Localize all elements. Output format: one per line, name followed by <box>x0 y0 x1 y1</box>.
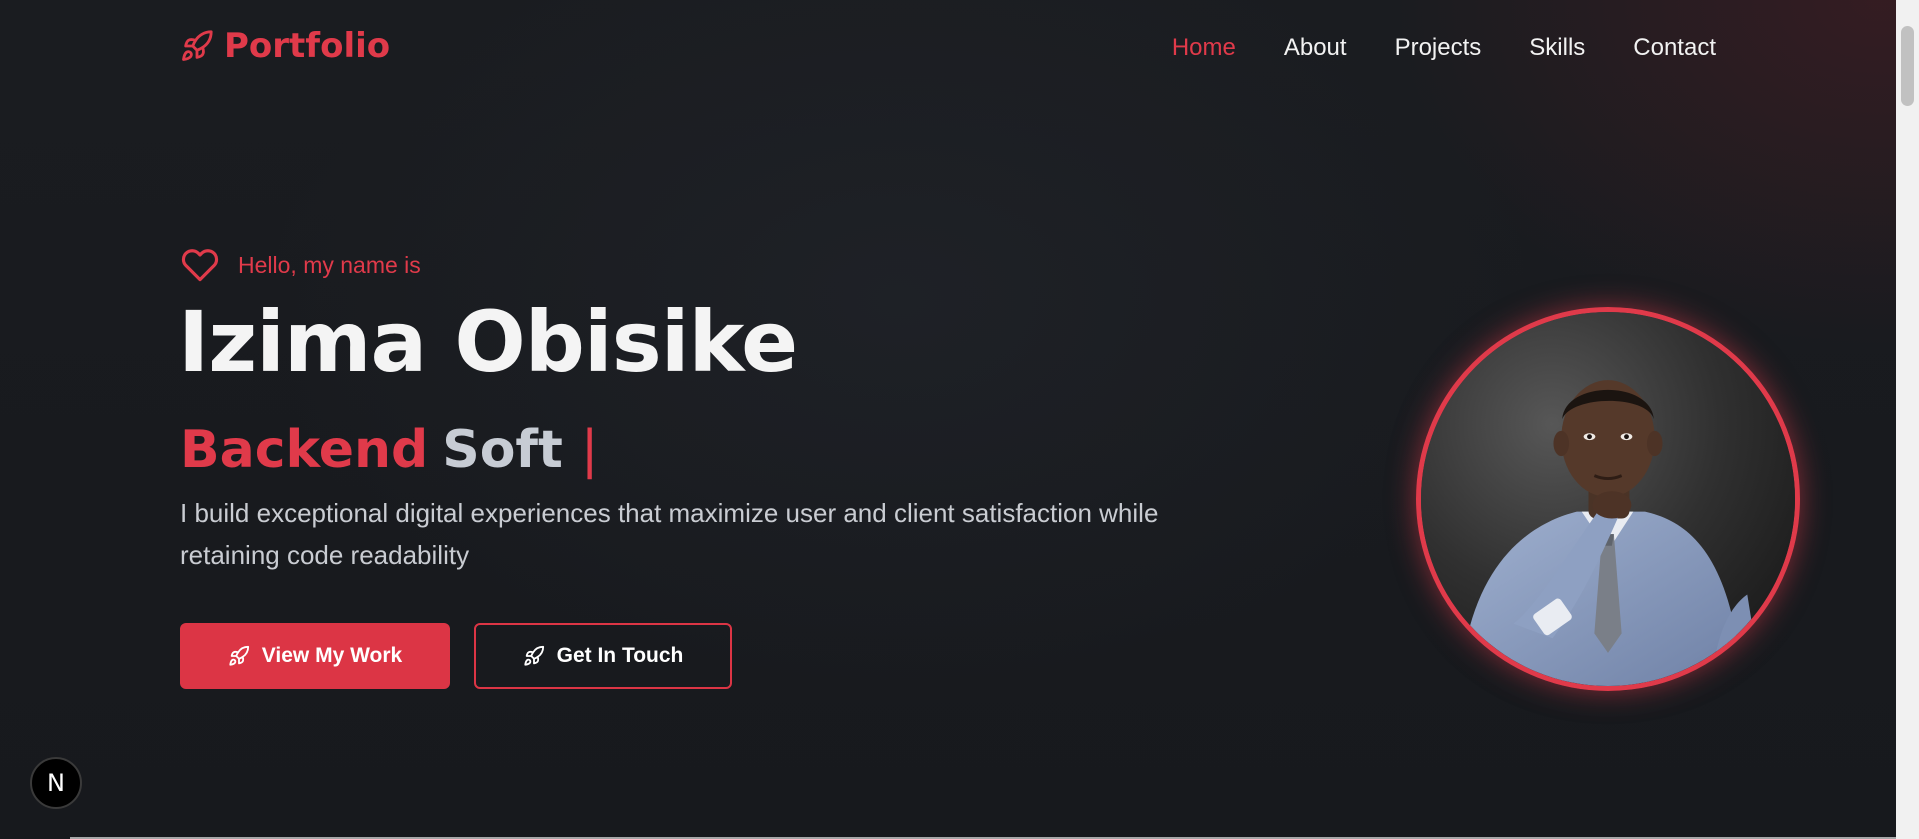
nav-link-about[interactable]: About <box>1284 34 1347 62</box>
nextjs-dev-badge[interactable]: N <box>30 757 82 809</box>
greeting-text: Hello, my name is <box>238 251 421 278</box>
get-in-touch-label: Get In Touch <box>556 644 684 667</box>
view-my-work-label: View My Work <box>261 644 403 667</box>
portfolio-page: Portfolio Home About Projects Skills Con… <box>0 0 1896 839</box>
nav-link-contact[interactable]: Contact <box>1633 34 1716 62</box>
hero-tagline: I build exceptional digital experiences … <box>180 498 1159 570</box>
hero-role: Backend Soft | <box>180 424 598 476</box>
nav-link-home[interactable]: Home <box>1172 34 1236 62</box>
role-secondary: Soft <box>442 420 563 480</box>
navbar: Portfolio Home About Projects Skills Con… <box>0 0 1896 100</box>
get-in-touch-button[interactable]: Get In Touch <box>474 623 732 689</box>
nextjs-badge-label: N <box>47 769 65 797</box>
page-scrollbar[interactable] <box>1896 0 1919 839</box>
rocket-icon <box>182 30 213 61</box>
hero-name: Izima Obisike <box>178 293 798 391</box>
brand-name: Portfolio <box>224 26 391 66</box>
nav-links: Home About Projects Skills Contact <box>1172 34 1716 62</box>
nav-link-projects[interactable]: Projects <box>1395 34 1482 62</box>
profile-photo <box>1416 307 1800 691</box>
profile-photo-illustration <box>1421 312 1795 686</box>
nav-link-skills[interactable]: Skills <box>1529 34 1585 62</box>
greeting: Hello, my name is <box>180 246 421 284</box>
heart-icon <box>181 249 219 282</box>
rocket-icon <box>523 645 544 666</box>
brand-logo[interactable]: Portfolio <box>180 26 390 66</box>
rocket-icon <box>229 645 249 666</box>
typing-caret: | <box>580 420 599 480</box>
scrollbar-thumb[interactable] <box>1901 26 1914 106</box>
role-primary: Backend <box>180 420 429 480</box>
view-my-work-button[interactable]: View My Work <box>180 623 450 689</box>
